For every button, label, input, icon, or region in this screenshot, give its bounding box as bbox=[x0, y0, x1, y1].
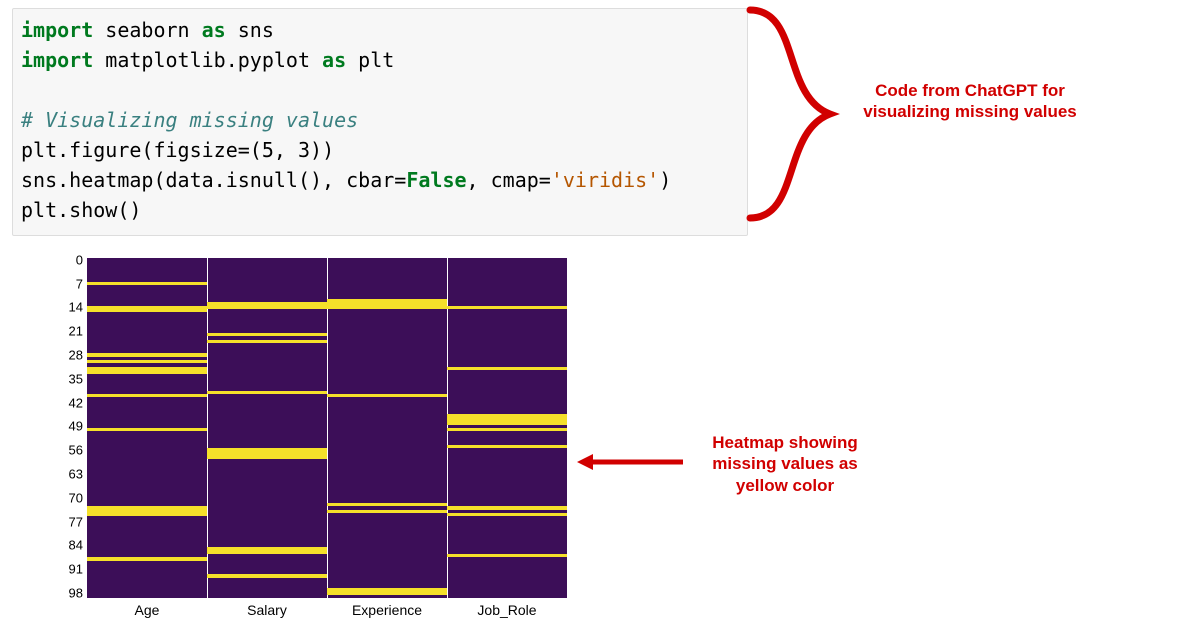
y-tick: 21 bbox=[69, 324, 83, 339]
missing-cell bbox=[87, 428, 207, 431]
annotation-heatmap-label: Heatmap showing missing values as yellow… bbox=[685, 432, 885, 496]
code-text: = bbox=[394, 168, 406, 192]
missing-cell bbox=[207, 574, 327, 577]
code-text: plt bbox=[346, 48, 394, 72]
x-tick: Age bbox=[87, 602, 207, 618]
x-tick: Job_Role bbox=[447, 602, 567, 618]
missing-cell bbox=[447, 428, 567, 431]
missing-cell bbox=[87, 360, 207, 363]
y-tick: 56 bbox=[69, 443, 83, 458]
code-builtin: False bbox=[406, 168, 466, 192]
missing-cell bbox=[87, 557, 207, 560]
code-text: plt.figure(figsize bbox=[21, 138, 238, 162]
x-tick: Experience bbox=[327, 602, 447, 618]
keyword: as bbox=[202, 18, 226, 42]
code-text: matplotlib.pyplot bbox=[93, 48, 322, 72]
keyword: import bbox=[21, 48, 93, 72]
code-text: ( bbox=[250, 138, 262, 162]
code-text: sns.heatmap(data.isnull(), cbar bbox=[21, 168, 394, 192]
code-text: = bbox=[539, 168, 551, 192]
y-tick: 63 bbox=[69, 466, 83, 481]
code-cell: import seaborn as sns import matplotlib.… bbox=[12, 8, 748, 236]
missing-cell bbox=[207, 306, 327, 309]
missing-cell bbox=[87, 394, 207, 397]
missing-cell bbox=[207, 391, 327, 394]
x-axis: AgeSalaryExperienceJob_Role bbox=[87, 602, 567, 618]
missing-cell bbox=[447, 306, 567, 309]
y-tick: 35 bbox=[69, 371, 83, 386]
code-text: = bbox=[238, 138, 250, 162]
y-tick: 42 bbox=[69, 395, 83, 410]
code-text: plt.show() bbox=[21, 198, 141, 222]
code-text: sns bbox=[226, 18, 274, 42]
missing-cell bbox=[327, 503, 447, 506]
y-tick: 84 bbox=[69, 538, 83, 553]
x-tick: Salary bbox=[207, 602, 327, 618]
code-number: 5 bbox=[262, 138, 274, 162]
keyword: as bbox=[322, 48, 346, 72]
code-text: , cmap bbox=[467, 168, 539, 192]
missing-cell bbox=[327, 306, 447, 309]
missing-cell bbox=[447, 554, 567, 557]
missing-cell bbox=[87, 282, 207, 285]
y-tick: 49 bbox=[69, 419, 83, 434]
missing-cell bbox=[207, 333, 327, 336]
heatmap-plot-area bbox=[87, 258, 567, 598]
code-text: , bbox=[274, 138, 298, 162]
code-text: )) bbox=[310, 138, 334, 162]
missing-cell bbox=[207, 340, 327, 343]
code-text: ) bbox=[659, 168, 671, 192]
missing-cell bbox=[207, 550, 327, 553]
code-text: seaborn bbox=[93, 18, 201, 42]
missing-cell bbox=[447, 445, 567, 448]
missing-cell bbox=[447, 421, 567, 424]
missing-cell bbox=[447, 513, 567, 516]
missing-cell bbox=[327, 510, 447, 513]
code-number: 3 bbox=[298, 138, 310, 162]
y-tick: 14 bbox=[69, 300, 83, 315]
annotation-code-label: Code from ChatGPT for visualizing missin… bbox=[850, 80, 1090, 123]
brace-annotation-icon bbox=[740, 6, 840, 222]
missing-cell bbox=[87, 353, 207, 356]
arrow-annotation-icon bbox=[575, 450, 685, 474]
y-tick: 0 bbox=[76, 252, 83, 267]
y-tick: 28 bbox=[69, 347, 83, 362]
y-tick: 77 bbox=[69, 514, 83, 529]
missing-cell bbox=[87, 309, 207, 312]
missing-cell bbox=[447, 367, 567, 370]
missing-cell bbox=[207, 455, 327, 458]
code-comment: # Visualizing missing values bbox=[21, 108, 358, 132]
y-tick: 70 bbox=[69, 490, 83, 505]
missing-values-heatmap: 0714212835424956637077849198 AgeSalaryEx… bbox=[55, 258, 573, 618]
code-string: 'viridis' bbox=[551, 168, 659, 192]
y-tick: 98 bbox=[69, 585, 83, 600]
y-axis: 0714212835424956637077849198 bbox=[55, 258, 87, 598]
y-tick: 91 bbox=[69, 562, 83, 577]
missing-cell bbox=[447, 506, 567, 509]
missing-cell bbox=[87, 370, 207, 373]
missing-cell bbox=[87, 513, 207, 516]
missing-cell bbox=[327, 591, 447, 594]
missing-cell bbox=[327, 394, 447, 397]
keyword: import bbox=[21, 18, 93, 42]
y-tick: 7 bbox=[76, 276, 83, 291]
